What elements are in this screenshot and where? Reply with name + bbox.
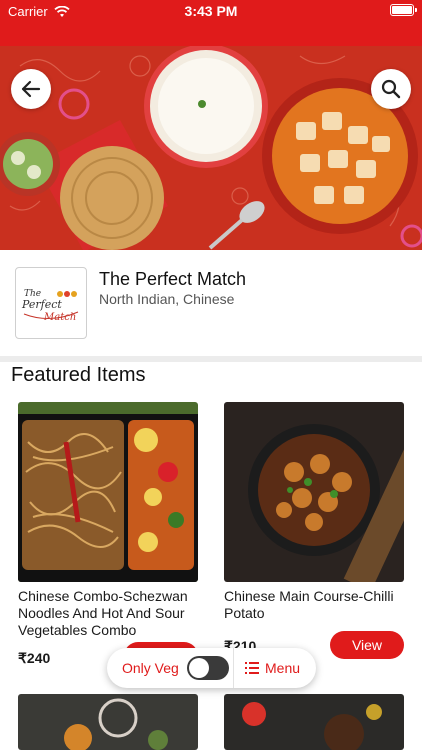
featured-items-title: Featured Items — [11, 364, 146, 386]
back-arrow-icon — [21, 80, 41, 98]
status-bar: Carrier 3:43 PM — [0, 0, 422, 46]
battery-icon — [390, 4, 417, 16]
noodles-combo-image — [18, 402, 198, 582]
only-veg-label: Only Veg — [122, 660, 179, 676]
item-image-partial — [18, 694, 198, 750]
status-time: 3:43 PM — [184, 3, 238, 19]
restaurant-name: The Perfect Match — [99, 269, 247, 289]
section-divider — [0, 356, 422, 362]
item-image[interactable] — [224, 402, 404, 582]
search-icon — [381, 79, 401, 99]
back-button[interactable] — [11, 69, 51, 109]
search-button[interactable] — [371, 69, 411, 109]
item-price: ₹240 — [18, 650, 51, 666]
item-image[interactable] — [224, 694, 404, 750]
only-veg-toggle[interactable] — [186, 656, 229, 680]
restaurant-logo-image: The Perfect Match — [21, 289, 79, 323]
restaurant-header: The Perfect Match The Perfect Match Nort… — [0, 250, 422, 356]
item-title: Chinese Main Course-Chilli Potato — [224, 588, 394, 621]
item-title: Chinese Combo-Schezwan Noodles And Hot A… — [18, 588, 188, 638]
svg-text:Perfect: Perfect — [21, 298, 62, 311]
menu-list-icon — [245, 662, 259, 674]
item-image[interactable] — [18, 402, 198, 582]
restaurant-logo: The Perfect Match — [15, 267, 87, 339]
item-image[interactable] — [18, 694, 198, 750]
toggle-knob — [188, 658, 209, 678]
menu-button[interactable]: Menu — [234, 648, 300, 688]
restaurant-cuisine: North Indian, Chinese — [99, 291, 235, 307]
banner-food-image — [0, 46, 422, 250]
chilli-potato-image — [224, 402, 404, 582]
restaurant-banner — [0, 46, 422, 250]
menu-label: Menu — [265, 660, 301, 676]
filter-bar: Only Veg Menu — [107, 648, 316, 688]
view-item-button[interactable]: View — [330, 631, 404, 659]
item-image-partial — [224, 694, 404, 750]
only-veg-toggle-group[interactable]: Only Veg — [107, 648, 234, 688]
